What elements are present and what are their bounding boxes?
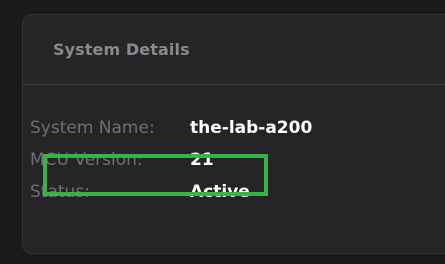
detail-row-status: Status: Active <box>30 182 312 214</box>
panel-title: System Details <box>53 40 190 59</box>
detail-row-mcu-version: MCU Version: 21 <box>30 150 312 182</box>
mcu-version-value: 21 <box>190 150 214 170</box>
system-name-label: System Name: <box>30 118 155 138</box>
details-list: System Name: the-lab-a200 MCU Version: 2… <box>30 118 312 214</box>
system-name-value: the-lab-a200 <box>190 118 313 138</box>
detail-row-system-name: System Name: the-lab-a200 <box>30 118 312 150</box>
status-value: Active <box>190 182 250 202</box>
panel-header: System Details <box>23 15 445 85</box>
mcu-version-label: MCU Version: <box>30 150 143 170</box>
status-label: Status: <box>30 182 90 202</box>
screenshot-stage: System Details System Name: the-lab-a200… <box>0 0 445 264</box>
